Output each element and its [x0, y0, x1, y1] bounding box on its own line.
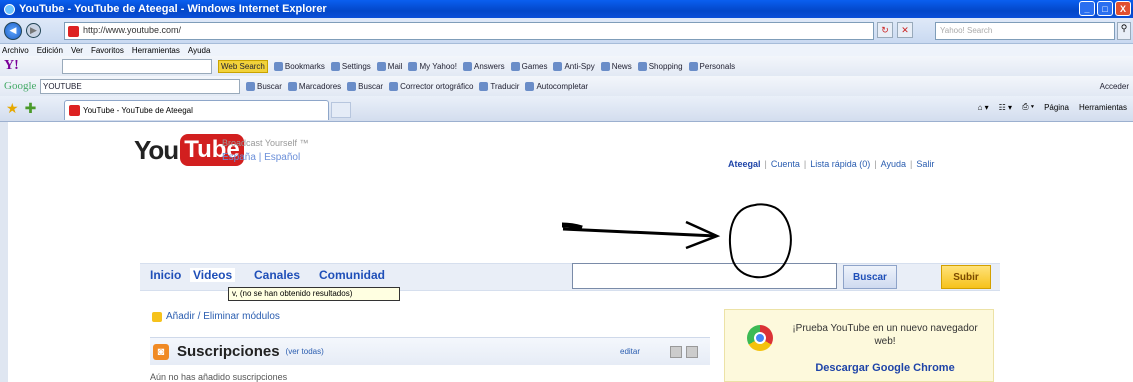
yahoo-toolbar: Y! Web Search Bookmarks Settings Mail My… — [0, 56, 1133, 76]
home-icon[interactable]: ⌂ ▾ — [978, 103, 989, 112]
close-button[interactable]: X — [1115, 1, 1131, 16]
toolbar-news[interactable]: News — [600, 60, 632, 73]
menu-ayuda[interactable]: Ayuda — [188, 46, 211, 55]
subscriptions-header: ◙ Suscripciones (ver todas) editar — [150, 337, 710, 365]
close-module-icon[interactable] — [686, 345, 698, 358]
account-link[interactable]: Cuenta — [771, 159, 800, 169]
web-search-button[interactable]: Web Search — [218, 59, 268, 73]
logout-link[interactable]: Salir — [916, 159, 934, 169]
menu-archivo[interactable]: Archivo — [2, 46, 29, 55]
google-buscar-2[interactable]: Buscar — [347, 81, 383, 91]
search-icon[interactable]: ⚲ — [1117, 22, 1131, 40]
chrome-promo: ¡Prueba YouTube en un nuevo navegador we… — [724, 309, 994, 382]
google-marcadores[interactable]: Marcadores — [287, 81, 341, 91]
help-link[interactable]: Ayuda — [881, 159, 906, 169]
see-all-link[interactable]: (ver todas) — [286, 347, 324, 356]
toolbar-bookmarks[interactable]: Bookmarks — [273, 60, 325, 73]
google-acceder[interactable]: Acceder — [1100, 82, 1129, 91]
chrome-promo-text: ¡Prueba YouTube en un nuevo navegador we… — [792, 323, 978, 347]
download-chrome-link[interactable]: Descargar Google Chrome — [795, 362, 975, 374]
region-language-link[interactable]: España | Español — [222, 152, 300, 163]
toolbar-antispy[interactable]: Anti-Spy — [553, 60, 595, 73]
toolbar-mail[interactable]: Mail — [376, 60, 402, 73]
menu-ver[interactable]: Ver — [71, 46, 83, 55]
tooltip: v, (no se han obtenido resultados) — [228, 287, 400, 301]
new-tab-button[interactable] — [331, 102, 351, 118]
youtube-favicon — [68, 26, 79, 37]
subscriptions-icon: ◙ — [153, 343, 169, 360]
back-button[interactable]: ◀ — [4, 21, 22, 40]
youtube-search-input[interactable] — [572, 263, 837, 289]
toolbar-answers[interactable]: Answers — [462, 60, 505, 73]
print-icon[interactable]: ⎙ ▾ — [1022, 102, 1034, 112]
collapse-icon[interactable] — [670, 345, 682, 358]
yahoo-search-input[interactable] — [62, 58, 212, 74]
plus-icon — [152, 311, 162, 322]
google-autocompletar[interactable]: Autocompletar — [525, 81, 588, 91]
page-menu[interactable]: Página — [1044, 103, 1069, 112]
toolbar-settings[interactable]: Settings — [330, 60, 371, 73]
modules-label: Añadir / Eliminar módulos — [166, 311, 280, 322]
window-border — [0, 122, 8, 382]
tab-youtube[interactable]: YouTube - YouTube de Ateegal — [64, 100, 329, 120]
minimize-button[interactable]: _ — [1079, 1, 1095, 16]
tab-bar: ★ ✚ YouTube - YouTube de Ateegal ⌂ ▾ ☷ ▾… — [0, 96, 1133, 122]
no-subscriptions-text: Aún no has añadido suscripciones — [150, 372, 288, 382]
tab-inicio[interactable]: Inicio — [150, 268, 181, 282]
tab-videos[interactable]: Videos — [190, 268, 236, 282]
refresh-icon[interactable]: ↻ — [877, 22, 893, 38]
user-links: Ateegal | Cuenta | Lista rápida (0) | Ay… — [728, 159, 935, 169]
upload-button[interactable]: Subir — [941, 265, 991, 289]
modules-link[interactable]: Añadir / Eliminar módulos — [152, 311, 280, 322]
window-title: YouTube - YouTube de Ateegal - Windows I… — [19, 3, 327, 15]
menu-bar: Archivo Edición Ver Favoritos Herramient… — [0, 44, 1133, 56]
quicklist-link[interactable]: Lista rápida (0) — [810, 159, 870, 169]
tools-menu[interactable]: Herramientas — [1079, 103, 1127, 112]
address-input[interactable]: http://www.youtube.com/ — [64, 22, 874, 40]
toolbar-personals[interactable]: Personals — [688, 60, 735, 73]
yahoo-logo[interactable]: Y! — [4, 58, 44, 74]
ie-icon — [4, 3, 15, 15]
google-corrector[interactable]: Corrector ortográfico — [389, 81, 473, 91]
feeds-icon[interactable]: ☷ ▾ — [999, 103, 1012, 112]
menu-favoritos[interactable]: Favoritos — [91, 46, 124, 55]
address-bar-row: ◀ ▶ http://www.youtube.com/ ↻ ✕ Yahoo! S… — [0, 18, 1133, 44]
maximize-button[interactable]: □ — [1097, 1, 1113, 16]
menu-herramientas[interactable]: Herramientas — [132, 46, 180, 55]
window-titlebar: YouTube - YouTube de Ateegal - Windows I… — [0, 0, 1133, 18]
search-input[interactable]: Yahoo! Search — [935, 22, 1115, 40]
forward-button[interactable]: ▶ — [26, 23, 41, 38]
chrome-logo-icon — [747, 325, 773, 351]
username-link[interactable]: Ateegal — [728, 159, 761, 169]
address-url: http://www.youtube.com/ — [83, 25, 182, 35]
search-button[interactable]: Buscar — [843, 265, 897, 289]
subscriptions-title: Suscripciones — [177, 343, 280, 360]
slogan: Broadcast Yourself ™ — [222, 138, 309, 148]
tab-title: YouTube - YouTube de Ateegal — [83, 106, 193, 115]
favorites-star-icon[interactable]: ★ — [6, 100, 19, 117]
toolbar-myyahoo[interactable]: My Yahoo! — [408, 60, 457, 73]
logo-you: You — [134, 134, 179, 165]
tab-canales[interactable]: Canales — [254, 268, 300, 282]
stop-icon[interactable]: ✕ — [897, 22, 913, 38]
add-favorites-icon[interactable]: ✚ — [25, 100, 37, 117]
tab-comunidad[interactable]: Comunidad — [319, 268, 385, 282]
toolbar-shopping[interactable]: Shopping — [637, 60, 683, 73]
toolbar-games[interactable]: Games — [510, 60, 547, 73]
youtube-favicon — [69, 105, 80, 116]
google-logo[interactable]: Google — [4, 80, 40, 92]
google-traducir[interactable]: Traducir — [479, 81, 519, 91]
edit-link[interactable]: editar — [620, 347, 640, 356]
google-buscar[interactable]: Buscar — [246, 81, 282, 91]
google-search-input[interactable]: YOUTUBE — [40, 78, 240, 94]
menu-edicion[interactable]: Edición — [37, 46, 63, 55]
google-toolbar: Google YOUTUBE Buscar Marcadores Buscar … — [0, 76, 1133, 96]
